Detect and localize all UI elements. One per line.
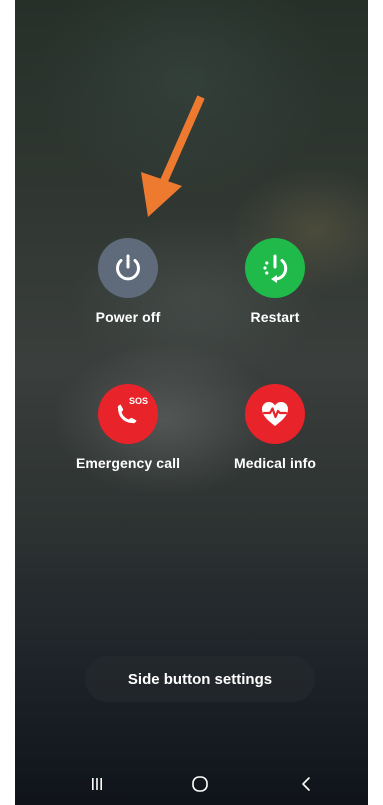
navigation-bar [15,760,368,805]
back-icon [302,777,310,791]
recents-icon [92,778,102,790]
power-off-label: Power off [95,309,161,325]
power-off-circle [98,238,158,298]
restart-icon [263,254,288,283]
medical-info-button[interactable]: Medical info [205,384,345,471]
back-button[interactable] [291,772,321,796]
medical-info-label: Medical info [233,455,317,471]
restart-label: Restart [250,309,300,325]
power-menu-screen: Power off Restart SOS Emergency call Med… [15,0,368,805]
sos-badge: SOS [129,396,149,406]
restart-circle [245,238,305,298]
side-button-settings-button[interactable]: Side button settings [85,656,315,702]
heart-pulse-icon [262,402,288,426]
home-button[interactable] [185,772,215,796]
power-off-button[interactable]: Power off [58,238,198,325]
recents-button[interactable] [82,772,112,796]
power-icon [116,254,140,281]
emergency-call-circle: SOS [98,384,158,444]
emergency-call-button[interactable]: SOS Emergency call [58,384,198,471]
home-icon [192,776,208,792]
restart-button[interactable]: Restart [205,238,345,325]
arrow-pointer-icon [141,95,205,217]
emergency-call-label: Emergency call [75,455,181,471]
medical-info-circle [245,384,305,444]
